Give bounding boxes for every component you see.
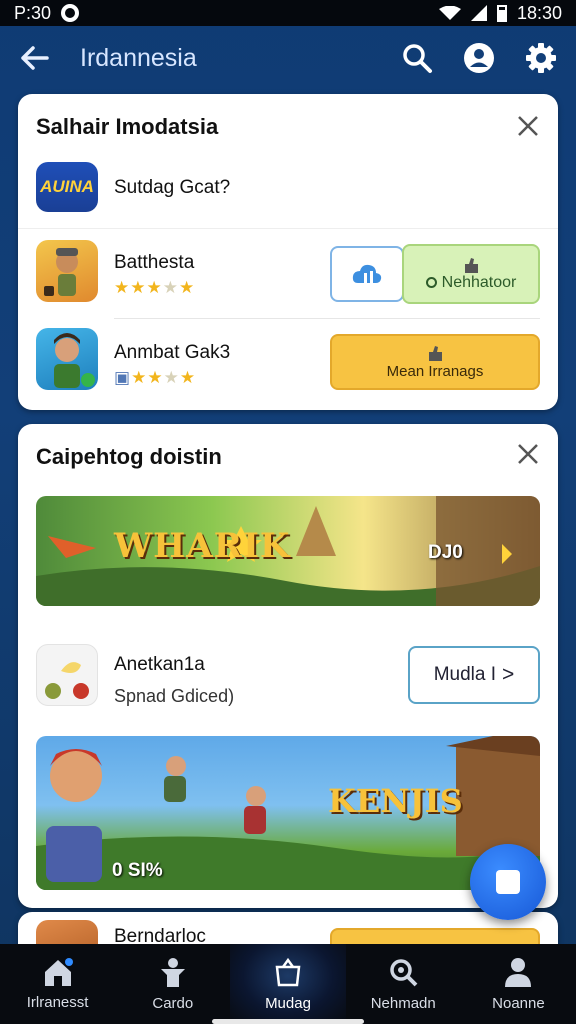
notification-icon <box>61 4 80 22</box>
status-bar: P:30 18:30 <box>0 0 576 26</box>
battery-icon <box>496 4 507 22</box>
search-icon <box>390 958 418 986</box>
app-logo-icon[interactable]: AUINA <box>36 162 98 212</box>
person-icon <box>160 957 185 987</box>
hand-icon <box>465 257 478 273</box>
install-button[interactable]: Nehhatoor <box>402 244 540 304</box>
back-arrow-icon[interactable] <box>18 41 52 75</box>
star-rating: ▣★★★★ <box>114 368 197 387</box>
divider <box>18 228 558 229</box>
cloud-icon <box>352 264 382 283</box>
nav-label: Irlranesst <box>26 993 89 1011</box>
nav-item-home[interactable]: Irlranesst <box>0 944 115 1024</box>
game-banner[interactable]: WHARIK DJ0 <box>36 496 540 606</box>
status-time-right: 18:30 <box>516 2 562 23</box>
get-button[interactable]: Mean Irranags <box>330 334 540 390</box>
nav-label: Mudag <box>265 994 311 1012</box>
settings-gear-icon[interactable] <box>524 41 558 75</box>
nav-label: Cardo <box>152 994 194 1012</box>
card-title: Salhair Imodatsia <box>36 114 219 139</box>
nav-item-mudag[interactable]: Mudag <box>230 944 346 1024</box>
page-title: Irdannesia <box>80 43 197 72</box>
app-logo-text: AUINA <box>40 177 94 196</box>
chevron-right-icon: > <box>502 663 515 686</box>
close-icon[interactable] <box>514 112 542 140</box>
open-button[interactable]: Mudla I > <box>408 646 540 704</box>
divider <box>114 318 540 319</box>
discovery-card: Caipehtog doistin WHARIK DJ0 Anetkan1a S… <box>18 424 558 908</box>
nav-label: Noanne <box>492 994 545 1012</box>
game-name[interactable]: Anmbat Gak3 <box>114 342 230 364</box>
featured-app-name[interactable]: Sutdag Gcat? <box>114 177 230 199</box>
game-name[interactable]: Batthesta <box>114 252 194 274</box>
floating-action-button[interactable] <box>470 844 546 920</box>
game-banner[interactable]: KENJIS 0 SI% <box>36 736 540 890</box>
nav-item-cardo[interactable]: Cardo <box>115 944 230 1024</box>
app-bar: Irdannesia <box>0 26 576 90</box>
signal-icon <box>470 5 487 21</box>
game-thumbnail[interactable] <box>36 328 98 390</box>
home-icon <box>44 957 73 986</box>
app-thumbnail[interactable] <box>36 644 98 706</box>
nav-item-nehmadn[interactable]: Nehmadn <box>346 944 461 1024</box>
home-indicator <box>212 1019 364 1024</box>
stop-icon <box>496 870 520 894</box>
get-label: Mean Irranags <box>386 362 484 380</box>
star-rating: ★★★★★ <box>114 278 196 297</box>
search-icon[interactable] <box>400 41 434 75</box>
app-subtitle: Spnad Gdiced) <box>114 686 235 706</box>
account-icon[interactable] <box>462 41 496 75</box>
cloud-download-button[interactable] <box>330 246 404 302</box>
card-title: Caipehtog doistin <box>36 444 222 469</box>
banner-title: WHARIK <box>114 526 291 566</box>
wifi-icon <box>438 6 461 20</box>
banner-title: KENJIS <box>328 782 463 820</box>
circle-icon <box>425 277 437 288</box>
nav-label: Nehmadn <box>370 994 436 1012</box>
close-icon[interactable] <box>514 440 542 468</box>
game-thumbnail[interactable] <box>36 240 98 302</box>
bottom-navigation: Irlranesst Cardo Mudag Nehmadn Noanne <box>0 944 576 1024</box>
bag-icon <box>275 957 301 986</box>
profile-icon <box>505 957 532 987</box>
install-label: Nehhatoor <box>441 273 517 291</box>
hand-icon <box>429 345 442 361</box>
app-name[interactable]: Anetkan1a <box>114 654 205 676</box>
status-time-left: P:30 <box>14 2 52 23</box>
banner-counter: 0 SI% <box>112 860 163 881</box>
nav-item-noanne[interactable]: Noanne <box>461 944 576 1024</box>
featured-games-card: Salhair Imodatsia AUINA Sutdag Gcat? Bat… <box>18 94 558 410</box>
banner-counter: DJ0 <box>428 542 463 563</box>
open-label: Mudla I <box>433 664 497 685</box>
